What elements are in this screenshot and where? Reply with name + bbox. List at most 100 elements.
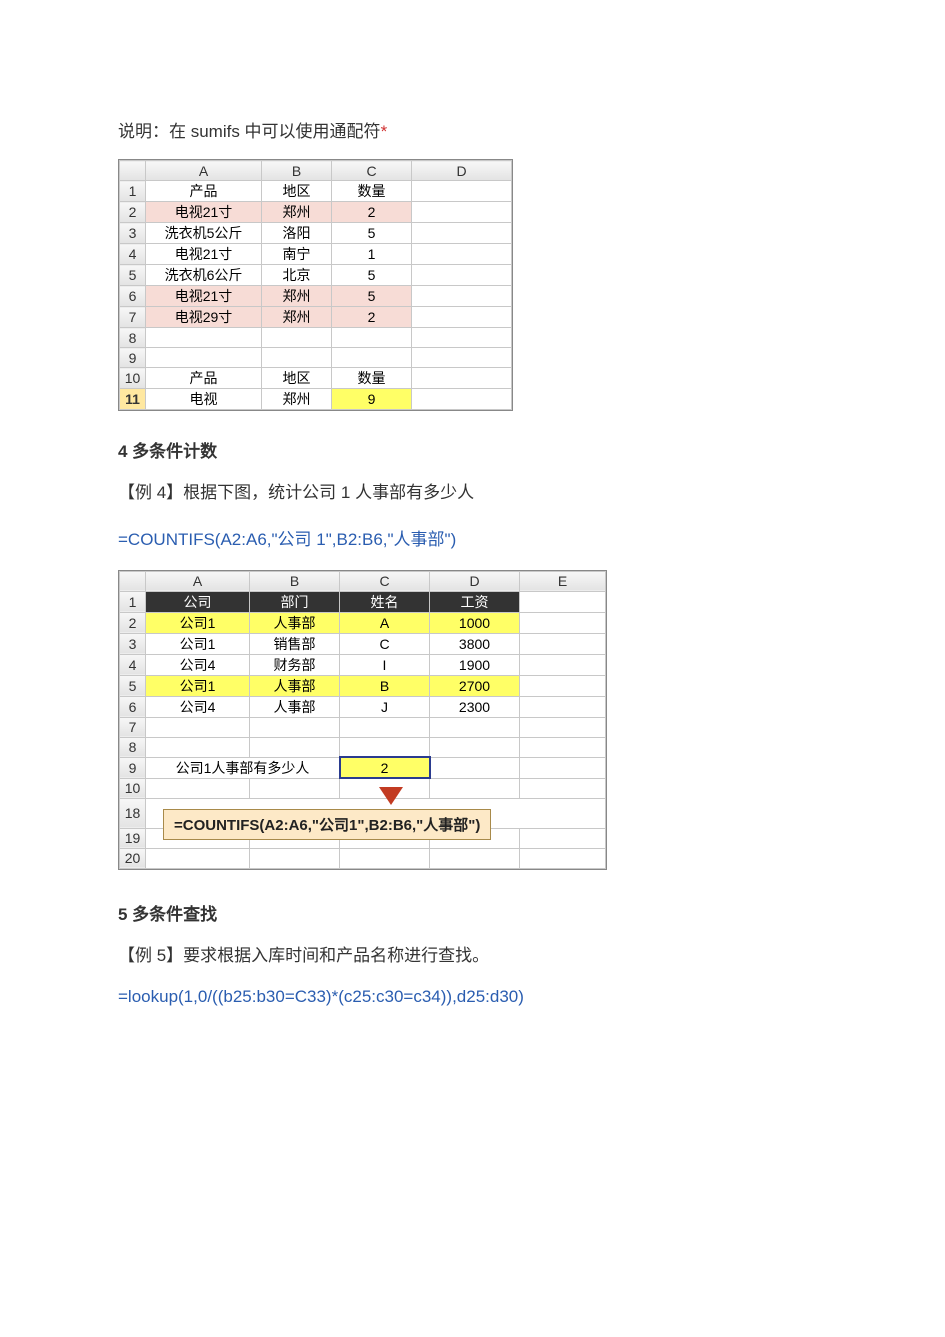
cell: 人事部: [250, 612, 340, 633]
cell: 南宁: [262, 244, 332, 265]
cell: [412, 265, 512, 286]
cell: 2: [332, 202, 412, 223]
cell: 部门: [250, 591, 340, 612]
cell: 公司1: [146, 633, 250, 654]
cell: [262, 328, 332, 348]
row-header: 4: [120, 244, 146, 265]
col-header-E: E: [520, 571, 606, 591]
cell: 姓名: [340, 591, 430, 612]
cell: [520, 778, 606, 798]
cell: 2700: [430, 675, 520, 696]
cell: 公司: [146, 591, 250, 612]
cell: [146, 348, 262, 368]
cell: [412, 286, 512, 307]
cell: 郑州: [262, 286, 332, 307]
cell: [412, 307, 512, 328]
row-header: 5: [120, 265, 146, 286]
cell: 5: [332, 265, 412, 286]
row-header: 7: [120, 717, 146, 737]
cell: [520, 848, 606, 868]
cell: 电视21寸: [146, 244, 262, 265]
cell: 地区: [262, 368, 332, 389]
section-4-title-text: 4 多条件计数: [118, 442, 217, 461]
document-page: 说明：在 sumifs 中可以使用通配符* A B C D 1 产品 地区 数量…: [0, 0, 945, 1087]
cell: 公司1: [146, 612, 250, 633]
cell: 洛阳: [262, 223, 332, 244]
row-header: 4: [120, 654, 146, 675]
row-header: 9: [120, 757, 146, 778]
row-header: 10: [120, 368, 146, 389]
cell: 5: [332, 223, 412, 244]
cell: [520, 675, 606, 696]
cell: 洗衣机5公斤: [146, 223, 262, 244]
row-header: 6: [120, 696, 146, 717]
cell: 地区: [262, 181, 332, 202]
cell: 工资: [430, 591, 520, 612]
row-header: 9: [120, 348, 146, 368]
intro-text-main: 说明：在 sumifs 中可以使用通配符: [118, 122, 381, 141]
wildcard-asterisk: *: [381, 122, 388, 141]
cell: [520, 717, 606, 737]
col-header-D: D: [412, 161, 512, 181]
cell: [250, 778, 340, 798]
cell: [146, 717, 250, 737]
cell: I: [340, 654, 430, 675]
row-header: 19: [120, 828, 146, 848]
cell: 1: [332, 244, 412, 265]
row-header: 2: [120, 202, 146, 223]
cell: 电视21寸: [146, 286, 262, 307]
cell: [520, 633, 606, 654]
cell: [340, 848, 430, 868]
cell: 洗衣机6公斤: [146, 265, 262, 286]
cell: 产品: [146, 181, 262, 202]
cell: [412, 328, 512, 348]
row-header: 1: [120, 591, 146, 612]
row-header: 18: [120, 798, 146, 828]
col-header-D: D: [430, 571, 520, 591]
cell: [146, 778, 250, 798]
cell: 3800: [430, 633, 520, 654]
row-header: 10: [120, 778, 146, 798]
cell: [250, 717, 340, 737]
cell: [520, 828, 606, 848]
cell: J: [340, 696, 430, 717]
section-5-title: 5 多条件查找: [118, 901, 827, 928]
row-header: 2: [120, 612, 146, 633]
cell: 郑州: [262, 202, 332, 223]
cell: 2300: [430, 696, 520, 717]
cell: [412, 244, 512, 265]
cell: [430, 717, 520, 737]
cell: [332, 348, 412, 368]
corner-cell: [120, 571, 146, 591]
cell: [520, 612, 606, 633]
result-cell: 9: [332, 389, 412, 410]
example-4-text: 【例 4】根据下图，统计公司 1 人事部有多少人: [118, 479, 827, 506]
formula-callout: =COUNTIFS(A2:A6,"公司1",B2:B6,"人事部"): [163, 809, 491, 840]
col-header-C: C: [332, 161, 412, 181]
row-header: 5: [120, 675, 146, 696]
section-4-title: 4 多条件计数: [118, 438, 827, 465]
cell: [332, 328, 412, 348]
section-5-title-text: 5 多条件查找: [118, 905, 217, 924]
cell: C: [340, 633, 430, 654]
row-header: 7: [120, 307, 146, 328]
cell: 郑州: [262, 307, 332, 328]
cell: [430, 778, 520, 798]
cell: 财务部: [250, 654, 340, 675]
cell: [520, 737, 606, 757]
col-header-A: A: [146, 571, 250, 591]
cell: [250, 737, 340, 757]
cell: [412, 389, 512, 410]
cell: [520, 654, 606, 675]
col-header-B: B: [262, 161, 332, 181]
excel-screenshot-2: A B C D E 1 公司 部门 姓名 工资 2 公司1 人事部 A 1: [118, 570, 607, 870]
col-header-A: A: [146, 161, 262, 181]
cell: 人事部: [250, 696, 340, 717]
cell: [520, 757, 606, 778]
cell: [412, 181, 512, 202]
question-label: 公司1人事部有多少人: [146, 757, 340, 778]
cell: [340, 737, 430, 757]
cell: [340, 717, 430, 737]
cell: 销售部: [250, 633, 340, 654]
example-5-text: 【例 5】要求根据入库时间和产品名称进行查找。: [118, 942, 827, 969]
